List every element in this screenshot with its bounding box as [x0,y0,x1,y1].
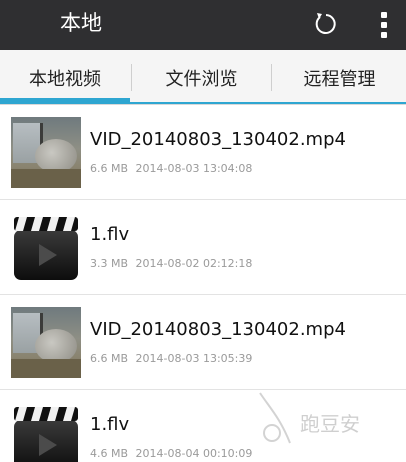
file-name: VID_20140803_130402.mp4 [90,129,346,150]
file-size: 4.6 MB [90,447,129,460]
file-date: 2014-08-04 00:10:09 [135,447,253,460]
tab-label: 远程管理 [303,68,376,90]
tab-label: 文件浏览 [165,68,238,90]
watermark: 跑豆安 [250,388,400,458]
action-bar: 本地 [0,0,406,50]
tab-label: 本地视频 [29,68,101,90]
active-tab-indicator [0,98,130,104]
tab-bar: 本地视频 文件浏览 远程管理 [0,50,406,105]
clapperboard-icon [11,212,81,283]
tab-file-browser[interactable]: 文件浏览 [133,50,270,105]
file-meta: 4.6 MB 2014-08-04 00:10:09 [90,447,252,460]
video-thumbnail [11,117,81,188]
file-size: 6.6 MB [90,162,129,175]
tab-baseline [130,102,406,104]
video-thumbnail [11,307,81,378]
file-name: 1.flv [90,224,130,245]
file-meta: 6.6 MB 2014-08-03 13:05:39 [90,352,252,365]
file-size: 3.3 MB [90,257,129,270]
file-name: VID_20140803_130402.mp4 [90,319,346,340]
list-item[interactable]: 1.flv 3.3 MB 2014-08-02 02:12:18 [0,200,406,295]
tab-divider [271,64,272,91]
file-date: 2014-08-03 13:05:39 [135,352,253,365]
overflow-menu-icon[interactable] [372,10,396,40]
file-name: 1.flv [90,414,130,435]
file-meta: 3.3 MB 2014-08-02 02:12:18 [90,257,252,270]
tab-remote-management[interactable]: 远程管理 [273,50,406,105]
page-title: 本地 [60,11,102,35]
list-item[interactable]: VID_20140803_130402.mp4 6.6 MB 2014-08-0… [0,295,406,390]
file-size: 6.6 MB [90,352,129,365]
tab-divider [131,64,132,91]
tab-local-videos[interactable]: 本地视频 [0,50,130,105]
file-date: 2014-08-02 02:12:18 [135,257,253,270]
refresh-icon[interactable] [311,9,341,39]
watermark-text: 跑豆安 [300,412,360,436]
file-meta: 6.6 MB 2014-08-03 13:04:08 [90,162,252,175]
clapperboard-icon [11,402,81,462]
file-date: 2014-08-03 13:04:08 [135,162,253,175]
list-item[interactable]: VID_20140803_130402.mp4 6.6 MB 2014-08-0… [0,105,406,200]
